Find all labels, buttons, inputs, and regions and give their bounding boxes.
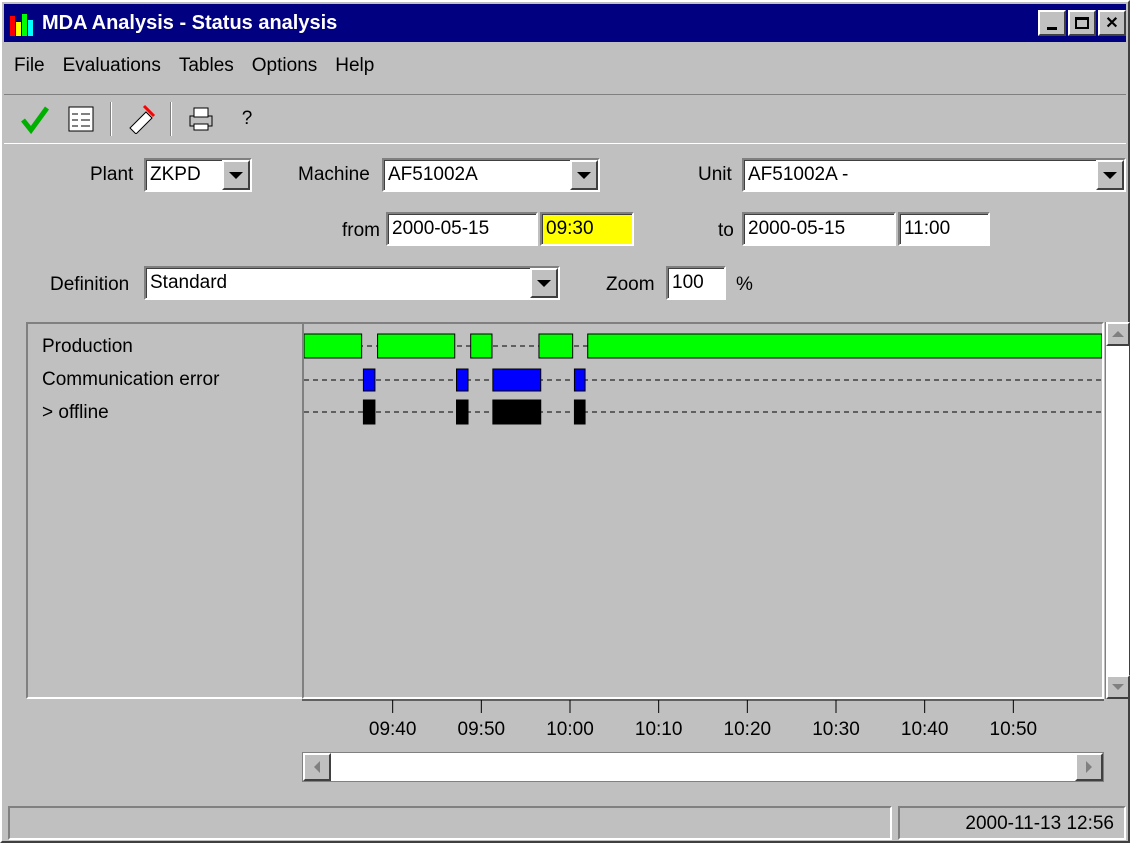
axis-tick-label: 10:30 xyxy=(812,719,860,740)
axis-tick-label: 10:00 xyxy=(546,719,594,740)
main-window: MDA Analysis - Status analysis ✕ File Ev… xyxy=(0,0,1130,843)
scroll-left-button[interactable] xyxy=(303,753,331,781)
unit-select[interactable]: AF51002A - xyxy=(742,158,1126,192)
menu-file[interactable]: File xyxy=(14,55,45,77)
toolbar-separator xyxy=(110,102,112,136)
chevron-down-icon[interactable] xyxy=(1096,160,1124,190)
checkmark-icon[interactable] xyxy=(18,102,52,136)
axis-tick-label: 10:20 xyxy=(724,719,772,740)
horizontal-scrollbar[interactable] xyxy=(302,752,1104,782)
zoom-unit: % xyxy=(736,274,753,295)
chevron-down-icon[interactable] xyxy=(530,268,558,298)
to-time-field[interactable]: 11:00 xyxy=(898,212,990,246)
scroll-up-button[interactable] xyxy=(1106,322,1130,346)
print-icon[interactable] xyxy=(184,102,218,136)
status-chart xyxy=(302,322,1104,699)
help-icon[interactable]: ? xyxy=(230,102,264,136)
edit-delete-icon[interactable] xyxy=(124,102,158,136)
row-label-communication-error: Communication error xyxy=(42,369,220,390)
segment-comm-error[interactable] xyxy=(456,368,469,392)
segment-production[interactable] xyxy=(538,333,574,359)
row-label-offline: > offline xyxy=(42,402,109,423)
close-button[interactable]: ✕ xyxy=(1098,10,1126,36)
segment-comm-error[interactable] xyxy=(362,368,376,392)
evaluation-icon[interactable] xyxy=(64,102,98,136)
axis-tick-label: 10:10 xyxy=(635,719,683,740)
app-icon xyxy=(10,10,36,36)
menu-help[interactable]: Help xyxy=(335,55,374,77)
segment-offline[interactable] xyxy=(573,399,586,425)
row-labels-panel: Production Communication error > offline xyxy=(26,322,304,699)
window-title: MDA Analysis - Status analysis xyxy=(42,11,338,34)
from-date-field[interactable]: 2000-05-15 xyxy=(386,212,538,246)
time-axis: 09:40 09:50 10:00 10:10 10:20 10:30 10:40 10:50 xyxy=(302,699,1104,749)
axis-tick-label: 09:40 xyxy=(369,719,417,740)
segment-comm-error[interactable] xyxy=(492,368,542,392)
title-bar[interactable]: MDA Analysis - Status analysis ✕ xyxy=(4,4,1126,42)
menu-options[interactable]: Options xyxy=(252,55,317,77)
axis-tick-label: 09:50 xyxy=(458,719,506,740)
status-datetime: 2000-11-13 12:56 xyxy=(898,806,1126,840)
segment-production[interactable] xyxy=(470,333,493,359)
scroll-down-button[interactable] xyxy=(1106,675,1130,699)
zoom-label: Zoom xyxy=(606,274,655,295)
scroll-right-button[interactable] xyxy=(1075,753,1103,781)
machine-value: AF51002A xyxy=(388,164,478,185)
menu-bar: File Evaluations Tables Options Help xyxy=(4,44,1126,88)
segment-production[interactable] xyxy=(377,333,456,359)
to-date-field[interactable]: 2000-05-15 xyxy=(742,212,896,246)
segment-comm-error[interactable] xyxy=(573,368,586,392)
row-label-production: Production xyxy=(42,336,133,357)
unit-value: AF51002A - xyxy=(748,164,849,185)
toolbar: ? xyxy=(4,94,1126,144)
from-label: from xyxy=(342,220,380,241)
chevron-down-icon[interactable] xyxy=(570,160,598,190)
segment-offline[interactable] xyxy=(456,399,469,425)
plant-label: Plant xyxy=(90,164,134,185)
axis-tick-label: 10:40 xyxy=(901,719,949,740)
chevron-down-icon[interactable] xyxy=(222,160,250,190)
machine-select[interactable]: AF51002A xyxy=(382,158,600,192)
zoom-field[interactable]: 100 xyxy=(666,266,726,300)
definition-select[interactable]: Standard xyxy=(144,266,560,300)
toolbar-separator xyxy=(170,102,172,136)
status-message xyxy=(8,806,892,840)
segment-offline[interactable] xyxy=(362,399,376,425)
time-axis-svg: 09:40 09:50 10:00 10:10 10:20 10:30 10:40 10:50 xyxy=(302,699,1104,740)
to-label: to xyxy=(718,220,734,241)
from-time-field[interactable]: 09:30 xyxy=(540,212,634,246)
maximize-button[interactable] xyxy=(1068,10,1096,36)
status-bar: 2000-11-13 12:56 xyxy=(8,806,1126,840)
unit-label: Unit xyxy=(698,164,732,185)
machine-label: Machine xyxy=(298,164,370,185)
definition-label: Definition xyxy=(50,274,130,295)
plant-select[interactable]: ZKPD xyxy=(144,158,252,192)
segment-production[interactable] xyxy=(587,333,1103,359)
segment-offline[interactable] xyxy=(492,399,542,425)
segment-production[interactable] xyxy=(303,333,363,359)
menu-tables[interactable]: Tables xyxy=(179,55,234,77)
minimize-button[interactable] xyxy=(1038,10,1066,36)
plant-value: ZKPD xyxy=(150,164,201,185)
definition-value: Standard xyxy=(150,272,228,293)
vertical-scrollbar[interactable] xyxy=(1105,322,1130,699)
menu-evaluations[interactable]: Evaluations xyxy=(63,55,161,77)
axis-tick-label: 10:50 xyxy=(990,719,1038,740)
status-chart-svg xyxy=(303,333,1103,425)
